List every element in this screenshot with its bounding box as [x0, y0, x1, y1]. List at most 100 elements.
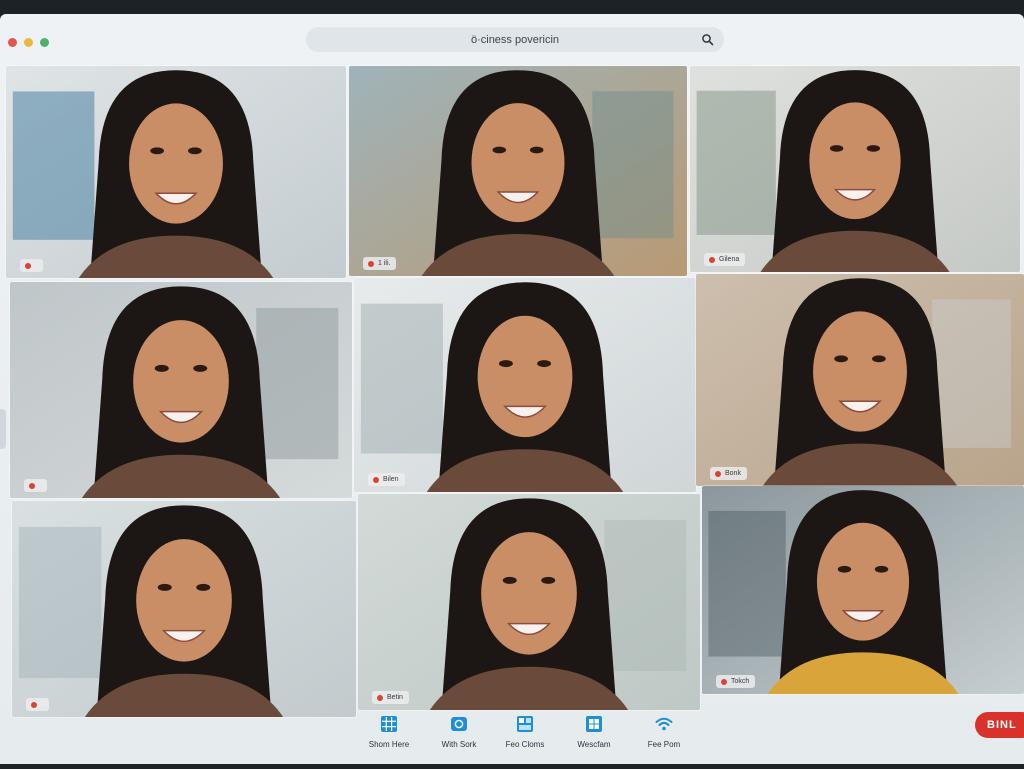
mic-status-icon [368, 260, 374, 267]
participant-tile-4[interactable] [10, 282, 352, 498]
participant-name: Gilena [719, 256, 740, 263]
participant-eye [837, 565, 852, 573]
mic-status-icon [709, 256, 715, 263]
participant-tile-3[interactable]: Gilena [690, 66, 1020, 272]
participant-eye [188, 147, 202, 155]
participant-eye [492, 146, 507, 154]
toolbar-label: Fee Pom [647, 740, 681, 749]
background-shelf [708, 510, 786, 657]
participant-video [358, 494, 700, 710]
participant-name-tag: Gilena [704, 253, 746, 266]
participant-video [702, 486, 1024, 694]
participant-eye [502, 576, 517, 584]
participant-video [349, 66, 687, 276]
search-icon[interactable] [701, 33, 714, 46]
mic-status-icon [377, 694, 383, 701]
toolbar-button-5[interactable]: Fee Pom [624, 715, 704, 755]
participant-tile-7[interactable] [12, 501, 356, 717]
participant-face [133, 320, 229, 443]
participant-face [816, 522, 910, 641]
participant-eye [193, 364, 208, 372]
participant-name-tag: Tokch [716, 675, 756, 688]
mic-status-icon [715, 470, 721, 477]
layout-icon [517, 716, 533, 732]
mic-status-icon [25, 262, 31, 269]
window-edge-handle [0, 409, 6, 449]
participant-tile-6[interactable]: Bonk [696, 274, 1024, 486]
toolbar-label: With Sork [441, 740, 477, 749]
participant-eye [874, 565, 889, 573]
participant-eye [872, 355, 886, 363]
participant-face [471, 103, 565, 223]
toolbar-button-3[interactable]: Feo Cloms [485, 715, 565, 755]
maximize-window-button[interactable] [40, 38, 49, 47]
participant-eye [154, 364, 169, 372]
participant-video [12, 501, 356, 717]
mic-status-icon [721, 678, 727, 685]
background-shelf [12, 91, 95, 240]
participant-name-tag: Bonk [710, 467, 747, 480]
meeting-toolbar: Shom Here With Sork Feo Cloms Wescfam Fe… [0, 704, 1024, 764]
minimize-window-button[interactable] [24, 38, 33, 47]
participant-video [696, 274, 1024, 486]
participant-face [813, 311, 907, 432]
participant-eye [196, 583, 211, 591]
participant-eye [157, 583, 172, 591]
participant-name-tag: Betin [372, 691, 409, 704]
mic-status-icon [29, 482, 35, 489]
background-shelf [18, 526, 102, 679]
participant-face [129, 103, 223, 224]
participant-name: Tokch [731, 678, 750, 685]
participant-eye [834, 355, 848, 363]
background-shelf [256, 307, 339, 460]
participant-name: Betin [387, 694, 403, 701]
mic-status-icon [373, 476, 379, 483]
camera-icon [451, 717, 467, 731]
toolbar-label: Feo Cloms [505, 740, 545, 749]
toolbar-label: Shom Here [368, 740, 410, 749]
toolbar-button-4[interactable]: Wescfam [554, 715, 634, 755]
windows-icon [586, 716, 602, 732]
background-shelf [696, 90, 776, 235]
participant-name [35, 262, 37, 269]
participant-name-tag: 1 ili. [363, 257, 397, 270]
participant-tile-9[interactable]: Tokch [702, 486, 1024, 694]
wifi-icon [655, 717, 673, 731]
participant-name [39, 482, 41, 489]
background-shelf [592, 91, 674, 239]
participant-video [6, 66, 346, 278]
participant-tile-2[interactable]: 1 ili. [349, 66, 687, 276]
participant-tile-1[interactable] [6, 66, 346, 278]
participant-video [690, 66, 1020, 272]
participant-name: 1 ili. [378, 260, 391, 267]
participant-face [136, 539, 232, 662]
end-call-button[interactable]: BINL [975, 712, 1024, 738]
background-shelf [360, 303, 443, 454]
toolbar-label: Wescfam [577, 740, 611, 749]
participant-eye [829, 145, 844, 152]
close-window-button[interactable] [8, 38, 17, 47]
participant-eye [150, 147, 164, 155]
participant-name: Bilen [383, 476, 399, 483]
participant-tile-5[interactable]: Bilen [354, 278, 696, 492]
participant-name-tag: Bilen [368, 473, 405, 486]
participant-video [10, 282, 352, 498]
participant-video [354, 278, 696, 492]
participant-face [477, 315, 573, 438]
participant-name-tag [24, 479, 47, 492]
participant-name: Bonk [725, 470, 741, 477]
participant-face [809, 102, 901, 220]
grid-icon [381, 716, 397, 732]
search-bar[interactable]: ö·ciness povericin [306, 27, 724, 52]
participant-eye [529, 146, 544, 154]
search-bar-text: ö·ciness povericin [470, 33, 560, 46]
participant-eye [537, 360, 552, 368]
toolbar-button-1[interactable]: Shom Here [349, 715, 429, 755]
participant-face [481, 532, 577, 655]
participant-eye [541, 576, 556, 584]
participant-eye [498, 360, 513, 368]
participant-tile-8[interactable]: Betin [358, 494, 700, 710]
title-bar: ö·ciness povericin [0, 14, 1024, 66]
participant-name-tag [20, 259, 43, 272]
participant-eye [866, 145, 881, 152]
